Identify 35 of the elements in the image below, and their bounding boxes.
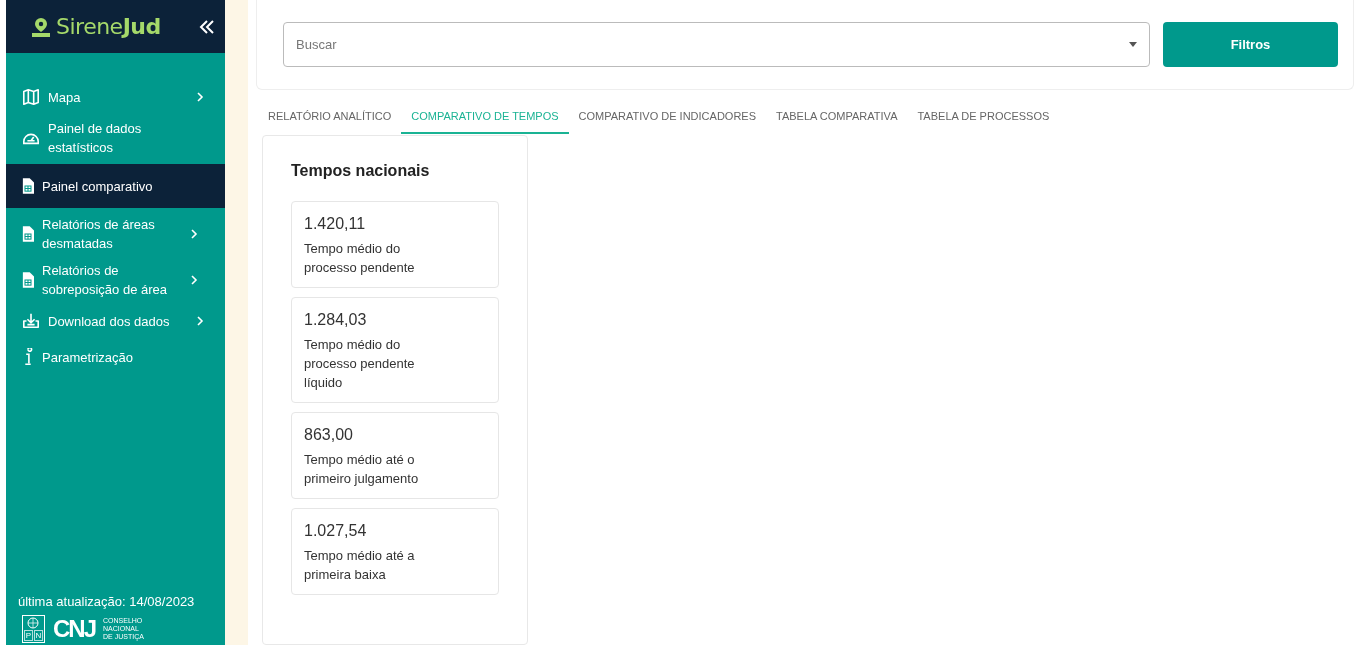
metric-value: 1.284,03 bbox=[304, 311, 368, 329]
sidebar-item[interactable]: Painel comparativo bbox=[6, 164, 225, 208]
metric-label: Tempo médio do processo pendente líquido bbox=[304, 336, 416, 392]
dropdown-caret-icon bbox=[1128, 42, 1138, 48]
tab[interactable]: COMPARATIVO DE INDICADORES bbox=[568, 100, 767, 134]
collapse-icon[interactable] bbox=[199, 18, 215, 35]
pnud-logo: P N bbox=[22, 615, 45, 643]
metric-label: Tempo médio até o primeiro julgamento bbox=[304, 451, 420, 488]
spreadsheet-file-icon bbox=[22, 177, 34, 195]
panel-title: Tempos nacionais bbox=[291, 162, 431, 180]
sidebar-item[interactable]: Relatórios de sobreposição de área bbox=[6, 257, 225, 303]
spreadsheet-file-icon bbox=[22, 271, 34, 289]
logo-text: SireneJud bbox=[56, 14, 161, 39]
filter-button[interactable]: Filtros bbox=[1163, 22, 1338, 67]
sidebar-item[interactable]: Parametrização bbox=[6, 339, 225, 375]
map-icon bbox=[22, 88, 40, 106]
tab[interactable]: COMPARATIVO DE TEMPOS bbox=[401, 100, 569, 134]
sidebar-item[interactable]: Relatórios de áreas desmatadas bbox=[6, 211, 225, 257]
metric-label: Tempo médio até a primeira baixa bbox=[304, 547, 416, 584]
tab[interactable]: TABELA COMPARATIVA bbox=[766, 100, 908, 134]
metric-value: 1.027,54 bbox=[304, 522, 368, 540]
spreadsheet-file-icon bbox=[22, 225, 34, 243]
tab[interactable]: RELATÓRIO ANALÍTICO bbox=[258, 100, 402, 134]
cnj-logo-text: CNJ bbox=[53, 615, 95, 643]
metric-label: Tempo médio do processo pendente bbox=[304, 240, 416, 277]
download-icon bbox=[22, 312, 40, 330]
sidebar-item[interactable]: Mapa bbox=[6, 79, 225, 115]
tab[interactable]: TABELA DE PROCESSOS bbox=[907, 100, 1060, 134]
info-icon bbox=[22, 348, 34, 366]
search-field[interactable]: Buscar bbox=[283, 22, 1150, 67]
metric-value: 1.420,11 bbox=[304, 215, 367, 233]
metric-value: 863,00 bbox=[304, 426, 354, 444]
last-update-text: última atualização: 14/08/2023 bbox=[17, 594, 196, 611]
sidebar-item[interactable]: Painel de dados estatísticos bbox=[6, 115, 225, 161]
sidebar-item[interactable]: Download dos dados bbox=[6, 303, 225, 339]
